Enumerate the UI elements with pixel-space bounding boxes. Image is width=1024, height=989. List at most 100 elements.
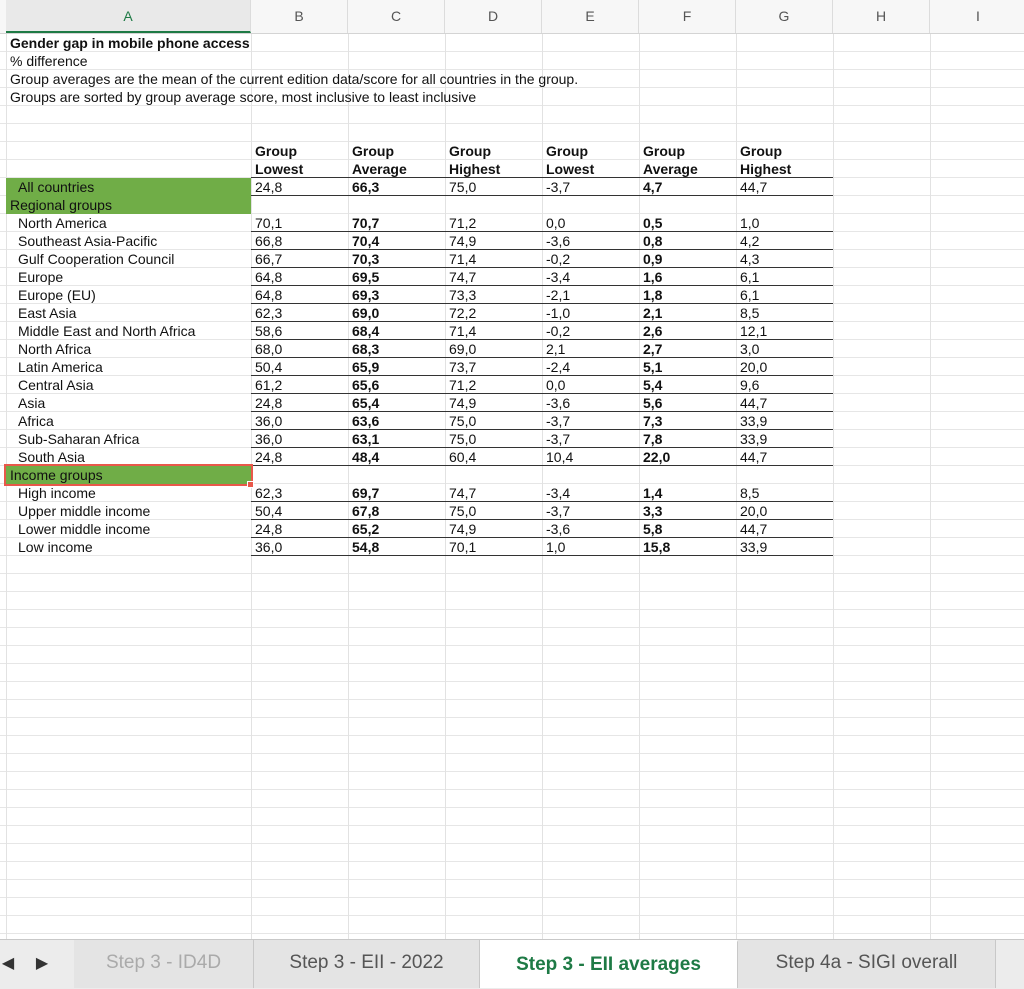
group-value-cell[interactable]: -3,7	[542, 412, 639, 430]
income-groups-label[interactable]: Income groups	[6, 466, 251, 484]
group-value-cell[interactable]: 74,7	[445, 484, 542, 502]
group-value-cell[interactable]: 50,4	[251, 358, 348, 376]
group-value-cell[interactable]: 69,0	[445, 340, 542, 358]
group-value-cell[interactable]: -0,2	[542, 250, 639, 268]
group-value-cell[interactable]: 8,5	[736, 304, 833, 322]
group-value-cell[interactable]: 3,0	[736, 340, 833, 358]
tab-step3-eii-2022[interactable]: Step 3 - EII - 2022	[254, 940, 480, 988]
group-value-cell[interactable]: -3,7	[542, 502, 639, 520]
group-label[interactable]: North Africa	[6, 340, 91, 358]
group-value-cell[interactable]: 6,1	[736, 268, 833, 286]
group-value-cell[interactable]: 1,6	[639, 268, 736, 286]
group-value-cell[interactable]: 70,1	[251, 214, 348, 232]
all-countries-value[interactable]: -3,7	[542, 178, 639, 196]
group-value-cell[interactable]: 0,8	[639, 232, 736, 250]
column-header-i[interactable]: I	[930, 0, 1024, 33]
group-value-cell[interactable]: 70,3	[348, 250, 445, 268]
all-countries-value[interactable]: 75,0	[445, 178, 542, 196]
group-value-cell[interactable]: 75,0	[445, 502, 542, 520]
group-value-cell[interactable]: 74,9	[445, 394, 542, 412]
group-value-cell[interactable]: -3,6	[542, 394, 639, 412]
tab-step3-id4d[interactable]: Step 3 - ID4D	[74, 940, 254, 988]
group-value-cell[interactable]: 73,7	[445, 358, 542, 376]
column-header-f[interactable]: F	[639, 0, 736, 33]
group-value-cell[interactable]: 73,3	[445, 286, 542, 304]
group-value-cell[interactable]: 36,0	[251, 538, 348, 556]
header-d-1[interactable]: Group	[445, 142, 491, 160]
group-value-cell[interactable]: -3,4	[542, 484, 639, 502]
group-value-cell[interactable]: 0,5	[639, 214, 736, 232]
tab-step3-eii-averages[interactable]: Step 3 - EII averages	[480, 940, 738, 988]
column-header-h[interactable]: H	[833, 0, 930, 33]
group-value-cell[interactable]: 70,4	[348, 232, 445, 250]
all-countries-value[interactable]: 66,3	[348, 178, 445, 196]
group-value-cell[interactable]: 1,8	[639, 286, 736, 304]
group-label[interactable]: Europe	[6, 268, 63, 286]
all-countries-value[interactable]: 44,7	[736, 178, 833, 196]
group-label[interactable]: Africa	[6, 412, 54, 430]
group-value-cell[interactable]: 58,6	[251, 322, 348, 340]
sheet-note-1[interactable]: Group averages are the mean of the curre…	[6, 70, 578, 88]
previous-sheet-icon[interactable]: ◀	[0, 954, 16, 974]
group-label[interactable]: Lower middle income	[6, 520, 150, 538]
group-value-cell[interactable]: 0,9	[639, 250, 736, 268]
group-value-cell[interactable]: 65,4	[348, 394, 445, 412]
group-value-cell[interactable]: 2,7	[639, 340, 736, 358]
group-label[interactable]: Middle East and North Africa	[6, 322, 195, 340]
group-value-cell[interactable]: 72,2	[445, 304, 542, 322]
group-value-cell[interactable]: 20,0	[736, 502, 833, 520]
sheet-subtitle[interactable]: % difference	[6, 52, 88, 70]
header-f-1[interactable]: Group	[639, 142, 685, 160]
group-value-cell[interactable]: 33,9	[736, 412, 833, 430]
group-value-cell[interactable]: 1,4	[639, 484, 736, 502]
group-value-cell[interactable]: 5,8	[639, 520, 736, 538]
group-value-cell[interactable]: 24,8	[251, 394, 348, 412]
group-label[interactable]: South Asia	[6, 448, 85, 466]
group-value-cell[interactable]: -3,7	[542, 430, 639, 448]
group-value-cell[interactable]: 54,8	[348, 538, 445, 556]
group-value-cell[interactable]: 74,9	[445, 232, 542, 250]
group-value-cell[interactable]: 9,6	[736, 376, 833, 394]
group-value-cell[interactable]: 24,8	[251, 520, 348, 538]
group-value-cell[interactable]: -3,6	[542, 232, 639, 250]
group-value-cell[interactable]: 2,6	[639, 322, 736, 340]
column-header-e[interactable]: E	[542, 0, 639, 33]
group-value-cell[interactable]: 20,0	[736, 358, 833, 376]
group-label[interactable]: Gulf Cooperation Council	[6, 250, 174, 268]
group-value-cell[interactable]: 0,0	[542, 376, 639, 394]
group-label[interactable]: Asia	[6, 394, 45, 412]
group-value-cell[interactable]: 65,2	[348, 520, 445, 538]
group-value-cell[interactable]: 5,4	[639, 376, 736, 394]
group-value-cell[interactable]: -0,2	[542, 322, 639, 340]
header-c-1[interactable]: Group	[348, 142, 394, 160]
group-value-cell[interactable]: 60,4	[445, 448, 542, 466]
group-value-cell[interactable]: 70,1	[445, 538, 542, 556]
group-value-cell[interactable]: 44,7	[736, 520, 833, 538]
group-value-cell[interactable]: 2,1	[639, 304, 736, 322]
group-value-cell[interactable]: 10,4	[542, 448, 639, 466]
group-value-cell[interactable]: 74,9	[445, 520, 542, 538]
group-value-cell[interactable]: 70,7	[348, 214, 445, 232]
group-value-cell[interactable]: 69,0	[348, 304, 445, 322]
group-value-cell[interactable]: 33,9	[736, 430, 833, 448]
group-value-cell[interactable]: 62,3	[251, 484, 348, 502]
group-label[interactable]: East Asia	[6, 304, 76, 322]
group-label[interactable]: Southeast Asia-Pacific	[6, 232, 157, 250]
column-header-a[interactable]: A	[6, 0, 251, 33]
group-value-cell[interactable]: 8,5	[736, 484, 833, 502]
group-value-cell[interactable]: 33,9	[736, 538, 833, 556]
group-value-cell[interactable]: 24,8	[251, 448, 348, 466]
group-label[interactable]: High income	[6, 484, 96, 502]
group-value-cell[interactable]: 0,0	[542, 214, 639, 232]
group-value-cell[interactable]: -2,4	[542, 358, 639, 376]
column-header-c[interactable]: C	[348, 0, 445, 33]
sheet-note-2[interactable]: Groups are sorted by group average score…	[6, 88, 476, 106]
group-value-cell[interactable]: 71,4	[445, 250, 542, 268]
group-value-cell[interactable]: 69,7	[348, 484, 445, 502]
group-value-cell[interactable]: 1,0	[542, 538, 639, 556]
regional-groups-label[interactable]: Regional groups	[6, 196, 251, 214]
group-value-cell[interactable]: 74,7	[445, 268, 542, 286]
spreadsheet-grid[interactable]: Gender gap in mobile phone access % diff…	[0, 34, 1024, 939]
group-value-cell[interactable]: 64,8	[251, 268, 348, 286]
tab-step4a-sigi-overall[interactable]: Step 4a - SIGI overall	[738, 940, 996, 988]
